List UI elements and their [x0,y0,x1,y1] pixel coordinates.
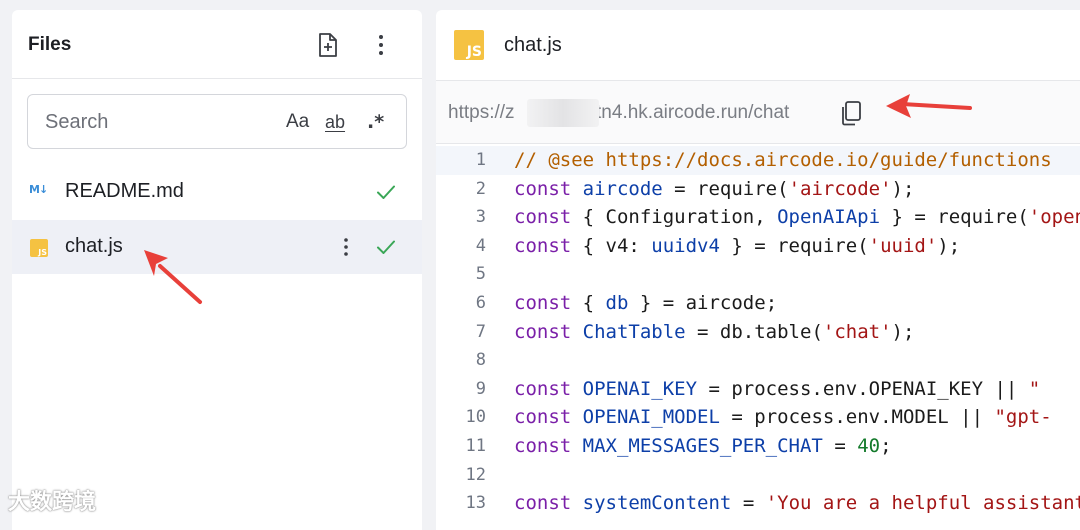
code-line[interactable]: 4 const { v4: uuidv4 } = require('uuid'); [436,232,1080,261]
file-item-readme[interactable]: M↓ README.md [12,165,422,219]
line-number: 10 [465,407,486,428]
line-number: 2 [475,178,486,199]
copy-icon [842,101,861,126]
code-text: const systemContent = 'You are a helpful… [514,492,1080,515]
search-input[interactable] [45,109,265,135]
code-line[interactable]: 13 const systemContent = 'You are a helpf… [436,489,1080,518]
code-text: // @see https://docs.aircode.io/guide/fu… [514,149,1052,171]
line-number: 5 [475,264,486,285]
use-regex-toggle[interactable]: .* [367,109,384,135]
function-url-bar: https://z vtn4.hk.aircode.run/chat [436,81,1080,144]
file-name: README.md [65,180,184,202]
code-text: const MAX_MESSAGES_PER_CHAT = 40; [514,435,892,457]
javascript-icon: JS [30,239,48,257]
code-line[interactable]: 10 const OPENAI_MODEL = process.env.MODEL… [436,403,1080,432]
code-text: const OPENAI_KEY = process.env.OPENAI_KE… [514,377,1041,400]
line-number: 8 [475,350,486,371]
code-text: const { db } = aircode; [514,292,778,314]
line-number: 7 [475,321,486,342]
code-text: const aircode = require('aircode'); [514,177,915,200]
line-number: 4 [475,235,486,256]
new-file-button[interactable] [312,30,342,60]
check-icon [377,185,395,199]
code-line[interactable]: 2 const aircode = require('aircode'); [436,175,1080,204]
search-box: Aa ab .* [27,94,407,149]
code-line[interactable]: 7 const ChatTable = db.table('chat'); [436,318,1080,347]
panel-title: Files [28,34,72,55]
code-text: const OPENAI_MODEL = process.env.MODEL |… [514,406,1052,429]
more-vertical-icon [379,35,383,55]
file-item-chat-js[interactable]: JS chat.js [12,220,422,274]
code-line[interactable]: 11 const MAX_MESSAGES_PER_CHAT = 40; [436,432,1080,461]
url-redaction [527,99,599,127]
code-line[interactable]: 6 const { db } = aircode; [436,289,1080,318]
code-line[interactable]: 5 [436,260,1080,289]
line-number: 11 [465,436,486,456]
code-line[interactable]: 9 const OPENAI_KEY = process.env.OPENAI_K… [436,375,1080,404]
code-text: const { v4: uuidv4 } = require('uuid'); [514,234,961,257]
more-options-button[interactable] [366,30,396,60]
file-explorer-header: Files [12,10,422,79]
match-whole-word-toggle[interactable]: ab [325,109,345,135]
code-line[interactable]: 1 // @see https://docs.aircode.io/guide/f… [436,146,1080,175]
code-text: const ChatTable = db.table('chat'); [514,320,915,343]
line-number: 9 [475,378,486,399]
code-editor[interactable]: 1 // @see https://docs.aircode.io/guide/f… [436,144,1080,530]
code-text: const { Configuration, OpenAIApi } = req… [514,206,1080,229]
copy-url-button[interactable] [838,99,864,127]
file-explorer-panel: Files Aa ab .* M↓ README.md JS [12,10,422,530]
editor-tab[interactable]: JS chat.js [436,10,1080,81]
line-number: 13 [465,493,486,514]
code-line[interactable]: 3 const { Configuration, OpenAIApi } = re… [436,203,1080,232]
check-icon [377,240,395,254]
file-name: chat.js [65,235,123,257]
file-more-icon[interactable] [334,233,358,261]
new-file-icon [319,33,337,57]
line-number: 12 [465,464,486,485]
code-line[interactable]: 12 [436,461,1080,490]
watermark: 大数跨境 [8,490,97,515]
line-number: 6 [475,293,486,313]
match-case-toggle[interactable]: Aa [286,109,309,135]
editor-panel: JS chat.js https://z vtn4.hk.aircode.run/… [436,10,1080,530]
tab-title: chat.js [504,34,562,56]
function-url[interactable]: https://z vtn4.hk.aircode.run/chat [448,102,789,124]
markdown-icon: M↓ [29,183,48,196]
code-line[interactable]: 8 [436,346,1080,375]
javascript-icon: JS [454,30,484,60]
line-number: 3 [475,207,486,228]
line-number: 1 [475,150,486,170]
